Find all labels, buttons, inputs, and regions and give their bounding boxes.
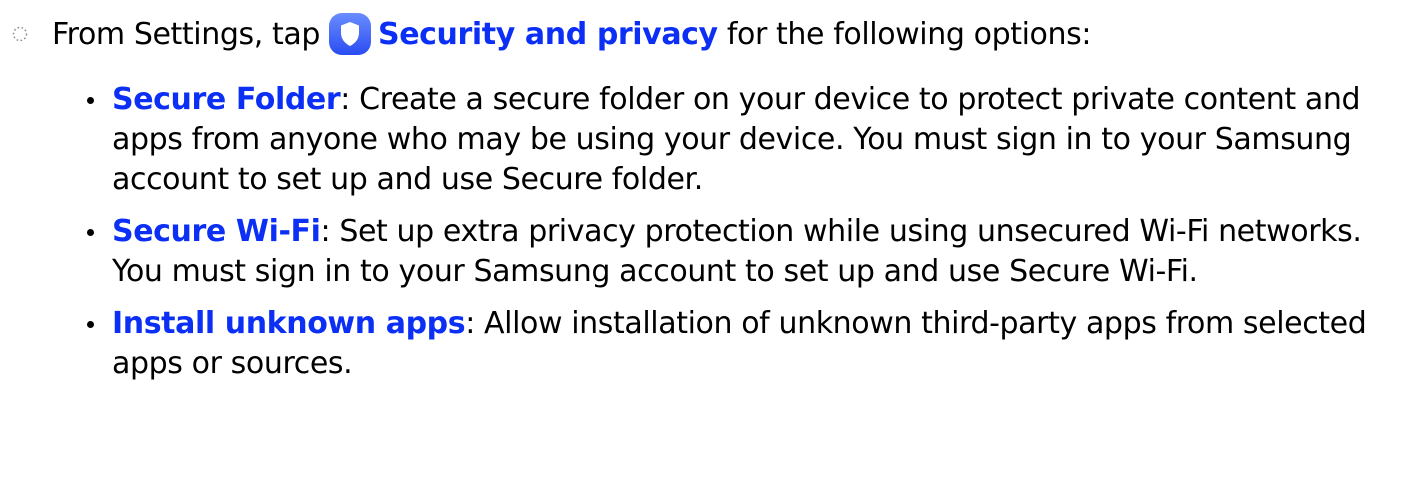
instruction-line: From Settings, tap Security and privacy … [10, 10, 1091, 58]
list-item: Secure Folder: Create a secure folder on… [87, 80, 1410, 200]
instruction-prefix: From Settings, tap [52, 16, 320, 52]
security-options-list: Secure Folder: Create a secure folder on… [87, 80, 1410, 396]
list-item: Secure Wi-Fi: Set up extra privacy prote… [87, 212, 1410, 292]
option-title-install-unknown-apps: Install unknown apps [112, 306, 466, 341]
settings-menu-name: Security and privacy [377, 16, 718, 52]
dotted-circle-icon [10, 24, 30, 44]
option-title-secure-wifi: Secure Wi-Fi [112, 214, 321, 249]
list-item: Install unknown apps: Allow installation… [87, 304, 1410, 384]
option-title-secure-folder: Secure Folder [112, 82, 341, 117]
instruction-suffix: for the following options: [726, 16, 1092, 52]
shield-icon [328, 12, 372, 56]
